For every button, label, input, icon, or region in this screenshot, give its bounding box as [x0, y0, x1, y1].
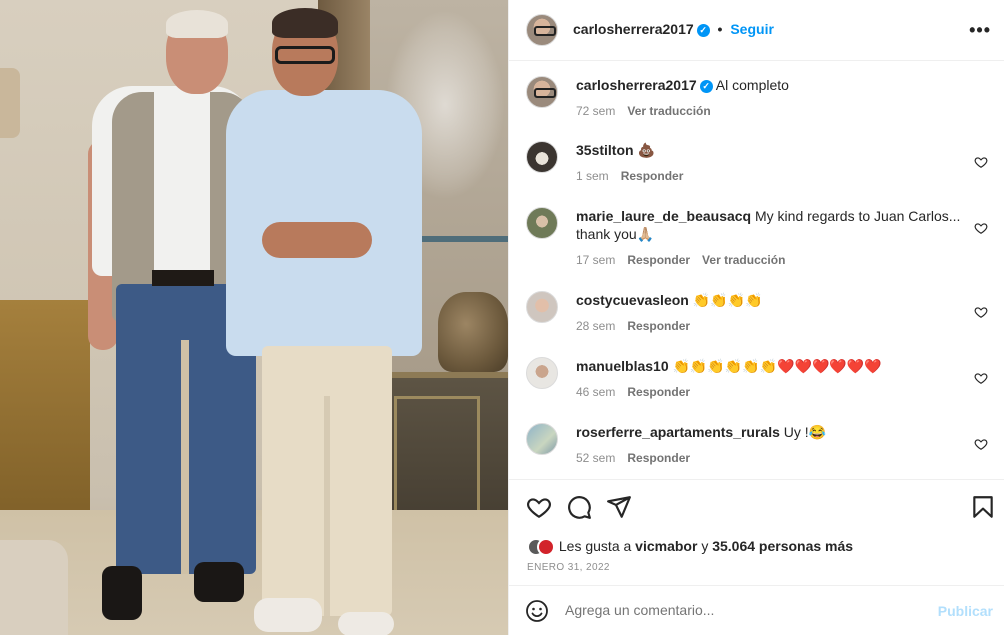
more-horizontal-icon[interactable]: ••• [969, 20, 991, 41]
likes-conj: y [701, 538, 709, 554]
comment-text: 👏👏👏👏 [692, 292, 763, 308]
person-1-shoe [194, 562, 244, 602]
like-comment-heart-icon[interactable] [974, 305, 988, 319]
comment-meta: 52 sem Responder [576, 449, 966, 467]
comment-bubble-icon[interactable] [566, 494, 592, 520]
comment-username[interactable]: roserferre_apartaments_rurals [576, 424, 780, 440]
emoji-smiley-icon[interactable] [525, 599, 549, 623]
comment-body: marie_laure_de_beausacq My kind regards … [576, 207, 966, 269]
person-1-hair [166, 10, 228, 38]
photo-lamp [0, 68, 20, 138]
comment-meta: 17 sem Responder Ver traducción [576, 251, 966, 269]
like-comment-heart-icon[interactable] [974, 437, 988, 451]
caption-text: Al completo [715, 77, 789, 93]
comment-username[interactable]: marie_laure_de_beausacq [576, 208, 751, 224]
post-date[interactable]: ENERO 31, 2022 [527, 562, 610, 573]
post-photo[interactable] [0, 0, 508, 635]
commenter-avatar[interactable] [526, 207, 558, 239]
author-username[interactable]: carlosherrera2017 [573, 21, 694, 37]
person-2-glasses [275, 46, 335, 64]
like-heart-icon[interactable] [526, 494, 552, 520]
comment-body: manuelblas10 👏👏👏👏👏👏❤️❤️❤️❤️❤️❤️ 46 sem Re… [576, 357, 966, 401]
liker-avatar [537, 538, 555, 557]
photo-sideboard [0, 300, 90, 536]
reply-button[interactable]: Responder [627, 385, 690, 399]
commenter-avatar[interactable] [526, 291, 558, 323]
comment-meta: 1 sem Responder [576, 167, 966, 185]
comments-list[interactable]: carlosherrera2017 ✓ Al completo 72 sem Ver… [509, 61, 1004, 479]
header-author-line: carlosherrera2017 ✓ • Seguir [573, 21, 774, 37]
post-actions: Les gusta a vicmabor y 35.064 personas m… [509, 479, 1004, 589]
comment-time[interactable]: 28 sem [576, 319, 615, 333]
likes-summary[interactable]: Les gusta a vicmabor y 35.064 personas m… [527, 538, 853, 557]
comment-time[interactable]: 1 sem [576, 169, 609, 183]
liker-username[interactable]: vicmabor [635, 538, 697, 554]
like-comment-heart-icon[interactable] [974, 155, 988, 169]
person-2-shoe [338, 612, 394, 635]
like-comment-heart-icon[interactable] [974, 221, 988, 235]
comment-username[interactable]: 35stilton [576, 142, 634, 158]
person-2-hair [272, 8, 338, 38]
reply-button[interactable]: Responder [627, 319, 690, 333]
verified-badge-icon: ✓ [699, 79, 713, 93]
post-side-panel: carlosherrera2017 ✓ • Seguir ••• carloshe… [508, 0, 1004, 635]
likes-count[interactable]: 35.064 personas más [712, 538, 853, 554]
likes-prefix: Les gusta a [558, 538, 632, 554]
post-header: carlosherrera2017 ✓ • Seguir ••• [509, 0, 1004, 61]
like-comment-heart-icon[interactable] [974, 371, 988, 385]
share-paper-plane-icon[interactable] [606, 494, 632, 520]
caption-body: carlosherrera2017 ✓ Al completo 72 sem Ver… [576, 76, 966, 120]
reply-button[interactable]: Responder [627, 451, 690, 465]
commenter-avatar[interactable] [526, 357, 558, 389]
commenter-avatar[interactable] [526, 141, 558, 173]
photo-chair [0, 540, 68, 635]
translate-link[interactable]: Ver traducción [702, 253, 785, 267]
author-avatar[interactable] [526, 14, 558, 46]
photo-shelf [420, 236, 508, 242]
person-1-leg-gap [181, 340, 189, 574]
save-bookmark-icon[interactable] [970, 494, 996, 520]
comment-username[interactable]: costycuevasleon [576, 292, 689, 308]
add-comment-input[interactable] [565, 602, 905, 618]
photo-vase [438, 292, 508, 372]
comment-meta: 28 sem Responder [576, 317, 966, 335]
verified-badge-icon: ✓ [696, 23, 710, 37]
person-2-shoe [254, 598, 322, 632]
caption-meta: 72 sem Ver traducción [576, 102, 966, 120]
add-comment-bar: Publicar [509, 585, 1004, 635]
caption-time[interactable]: 72 sem [576, 104, 615, 118]
header-separator: • [717, 21, 723, 37]
follow-button[interactable]: Seguir [730, 21, 774, 37]
person-2-leg-gap [324, 396, 330, 616]
translate-link[interactable]: Ver traducción [627, 104, 710, 118]
author-avatar[interactable] [526, 76, 558, 108]
comment-meta: 46 sem Responder [576, 383, 966, 401]
comment-text: 💩 [637, 142, 655, 158]
comment-text: 👏👏👏👏👏👏❤️❤️❤️❤️❤️❤️ [672, 358, 882, 374]
publish-button[interactable]: Publicar [938, 603, 993, 619]
commenter-avatar[interactable] [526, 423, 558, 455]
comment-time[interactable]: 17 sem [576, 253, 615, 267]
caption-username[interactable]: carlosherrera2017 [576, 77, 697, 93]
comment-username[interactable]: manuelblas10 [576, 358, 669, 374]
comment-body: 35stilton 💩 1 sem Responder [576, 141, 966, 185]
person-1-shoe [102, 566, 142, 620]
comment-time[interactable]: 52 sem [576, 451, 615, 465]
reply-button[interactable]: Responder [621, 169, 684, 183]
person-2-hands [262, 222, 372, 258]
comment-body: roserferre_apartaments_rurals Uy !😂 52 s… [576, 423, 966, 467]
reply-button[interactable]: Responder [627, 253, 690, 267]
comment-body: costycuevasleon 👏👏👏👏 28 sem Responder [576, 291, 966, 335]
comment-text: Uy !😂 [783, 424, 827, 440]
person-1-belt [152, 270, 214, 286]
person-1-shirt-front [154, 92, 210, 282]
comment-time[interactable]: 46 sem [576, 385, 615, 399]
